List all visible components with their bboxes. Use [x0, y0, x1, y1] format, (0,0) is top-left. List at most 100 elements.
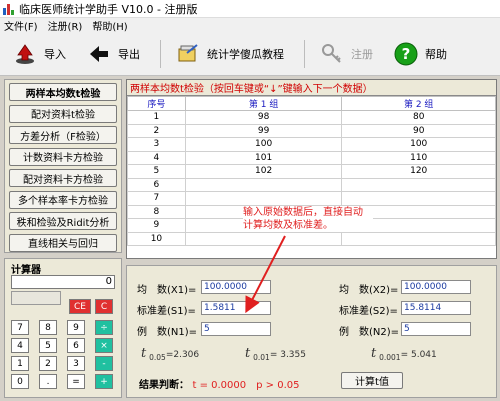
calculate-t-button[interactable]: 计算t值: [341, 372, 403, 389]
help-button[interactable]: ? 帮助: [393, 41, 447, 67]
calc-key-divide[interactable]: ÷: [95, 320, 113, 335]
result-text: 结果判断： t = 0.0000 p > 0.05: [139, 376, 299, 391]
title-bar: 临床医师统计学助手 V10.0 - 注册版: [0, 0, 500, 18]
import-label: 导入: [44, 48, 66, 61]
cell-group2[interactable]: [341, 177, 496, 192]
row-index: 7: [127, 191, 186, 206]
t-critical-0001: t 0.001= 5.041: [371, 346, 437, 362]
cell-group1[interactable]: 100: [184, 137, 343, 152]
toolbar-separator: [160, 40, 161, 68]
col-header-group2: 第 2 组: [341, 96, 496, 111]
calc-key-dot[interactable]: .: [39, 374, 57, 389]
test-button-regression[interactable]: 直线相关与回归: [9, 233, 117, 252]
cell-group2[interactable]: [341, 191, 496, 206]
calculator-title: 计算器: [11, 265, 41, 276]
row-index: 9: [127, 218, 186, 233]
app-icon: [3, 3, 15, 15]
table-row: 5 102 120: [127, 164, 496, 179]
cell-group2[interactable]: 100: [341, 137, 496, 152]
test-button-rank-sum[interactable]: 秩和检验及Ridit分析: [9, 212, 117, 230]
cell-group1[interactable]: [184, 231, 343, 246]
export-label: 导出: [118, 48, 140, 61]
calc-key-0[interactable]: 0: [11, 374, 29, 389]
cell-group2[interactable]: 90: [341, 123, 496, 138]
calc-key-c[interactable]: C: [95, 299, 113, 314]
n-field-1[interactable]: 5: [201, 322, 271, 336]
test-button-chi-square[interactable]: 计数资料卡方检验: [9, 147, 117, 166]
toolbar-separator: [304, 40, 305, 68]
calculator-display: 0: [11, 275, 115, 289]
table-row: 4 101 110: [127, 150, 496, 165]
sd-field-2[interactable]: 15.8114: [401, 301, 471, 315]
test-button-two-sample-t[interactable]: 两样本均数t检验: [9, 83, 117, 101]
test-button-paired-t[interactable]: 配对资料t检验: [9, 104, 117, 123]
test-button-multi-rate-chi-square[interactable]: 多个样本率卡方检验: [9, 190, 117, 209]
calc-key-ce[interactable]: CE: [69, 299, 91, 314]
t-critical-005: t 0.05=2.306: [141, 346, 199, 362]
export-button[interactable]: 导出: [86, 41, 140, 67]
calc-key-8[interactable]: 8: [39, 320, 57, 335]
t-subscript: 0.05: [149, 352, 166, 362]
help-label: 帮助: [425, 48, 447, 61]
calc-key-multiply[interactable]: ×: [95, 338, 113, 353]
t-value: =2.306: [165, 350, 200, 360]
mean-field-1[interactable]: 100.0000: [201, 280, 271, 294]
t-critical-001: t 0.01= 3.355: [245, 346, 306, 362]
test-button-paired-chi-square[interactable]: 配对资料卡方检验: [9, 169, 117, 187]
cell-group2[interactable]: 80: [341, 110, 496, 125]
calc-key-1[interactable]: 1: [11, 356, 29, 371]
svg-text:?: ?: [402, 45, 411, 63]
row-index: 8: [127, 204, 186, 219]
stats-panel: 均 数(X1)= 100.0000 均 数(X2)= 100.0000 标准差(…: [126, 265, 497, 398]
calc-key-5[interactable]: 5: [39, 338, 57, 353]
mean-field-2[interactable]: 100.0000: [401, 280, 471, 294]
cell-group2[interactable]: 120: [341, 164, 496, 179]
sd-field-1[interactable]: 1.5811: [201, 301, 271, 315]
menu-file[interactable]: 文件(F): [4, 18, 38, 33]
result-label: 结果判断：: [139, 380, 189, 391]
cell-group1[interactable]: 99: [184, 123, 343, 138]
grid-caption: 两样本均数t检验（按回车键或“↓”键输入下一个数据）: [127, 80, 496, 96]
cell-group1[interactable]: [184, 191, 343, 206]
cell-group1[interactable]: 98: [184, 110, 343, 125]
row-index: 2: [127, 123, 186, 138]
calc-key-2[interactable]: 2: [39, 356, 57, 371]
cell-group2[interactable]: 110: [341, 150, 496, 165]
calculator-memory: [11, 291, 61, 305]
calc-key-9[interactable]: 9: [67, 320, 85, 335]
row-index: 10: [127, 231, 186, 246]
col-header-index: 序号: [127, 96, 186, 111]
calc-key-4[interactable]: 4: [11, 338, 29, 353]
calc-key-3[interactable]: 3: [67, 356, 85, 371]
import-button[interactable]: 导入: [12, 41, 66, 67]
import-icon: [12, 41, 38, 67]
calc-key-minus[interactable]: -: [95, 356, 113, 371]
menu-bar: 文件(F) 注册(R) 帮助(H): [0, 18, 500, 33]
cell-group2[interactable]: [341, 231, 496, 246]
register-label: 注册: [351, 48, 373, 61]
t-value: = 3.355: [269, 350, 306, 360]
table-row: 2 99 90: [127, 123, 496, 138]
annotation-line-2: 计算均数及标准差。: [243, 220, 333, 231]
calc-key-equals[interactable]: =: [67, 374, 85, 389]
key-icon: [319, 41, 345, 67]
table-row: 1 98 80: [127, 110, 496, 125]
t-symbol: t: [245, 346, 251, 361]
register-button[interactable]: 注册: [319, 41, 373, 67]
cell-group1[interactable]: 101: [184, 150, 343, 165]
cell-group1[interactable]: [184, 177, 343, 192]
annotation-line-1: 输入原始数据后，直接自动: [243, 207, 363, 218]
calc-key-6[interactable]: 6: [67, 338, 85, 353]
tutorial-button[interactable]: 统计学傻瓜教程: [175, 41, 284, 67]
test-button-anova[interactable]: 方差分析（F检验）: [9, 126, 117, 144]
cell-group1[interactable]: 102: [184, 164, 343, 179]
tutorial-icon: [175, 41, 201, 67]
row-index: 6: [127, 177, 186, 192]
menu-help[interactable]: 帮助(H): [92, 18, 127, 33]
calc-key-7[interactable]: 7: [11, 320, 29, 335]
table-row: 6: [127, 177, 496, 192]
n-field-2[interactable]: 5: [401, 322, 471, 336]
t-subscript: 0.01: [253, 352, 270, 362]
menu-register[interactable]: 注册(R): [48, 18, 83, 33]
calc-key-plus[interactable]: +: [95, 374, 113, 389]
